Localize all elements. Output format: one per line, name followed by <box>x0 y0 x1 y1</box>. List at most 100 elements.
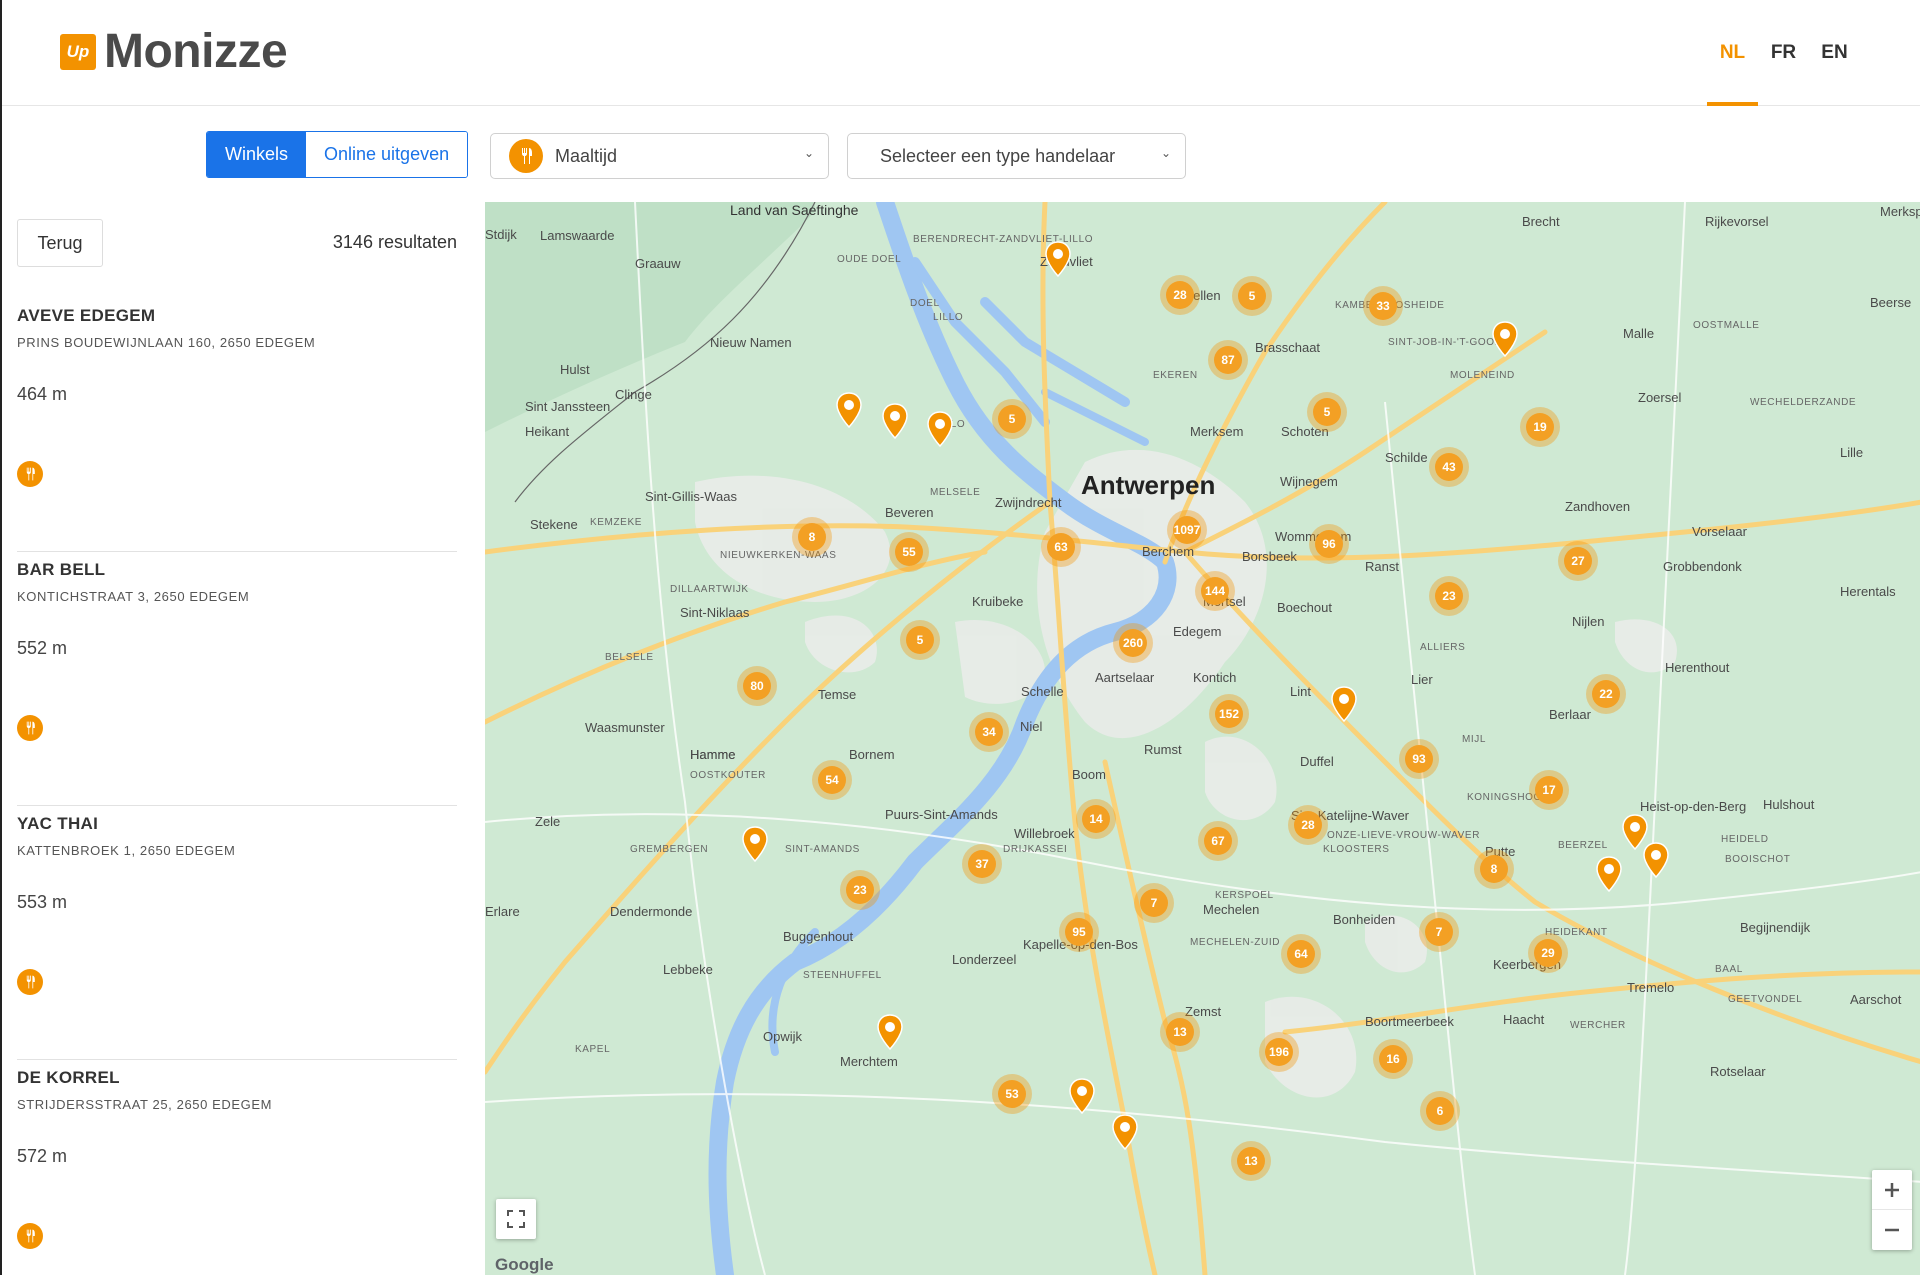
cluster-count: 5 <box>1313 398 1341 426</box>
store-pin-icon[interactable] <box>877 1014 903 1051</box>
cluster-count: 19 <box>1526 413 1554 441</box>
map-cluster[interactable]: 54 <box>812 760 852 800</box>
merchant-type-select[interactable]: Selecteer een type handelaar ⌄ <box>847 133 1186 179</box>
map-cluster[interactable]: 17 <box>1529 770 1569 810</box>
map-place-label: Temse <box>818 687 857 702</box>
lang-nl[interactable]: NL <box>1707 0 1758 106</box>
zoom-in-button[interactable] <box>1872 1170 1912 1210</box>
store-pin-icon[interactable] <box>742 826 768 863</box>
cutlery-icon <box>509 139 543 173</box>
map-cluster[interactable]: 43 <box>1429 447 1469 487</box>
map-cluster[interactable]: 53 <box>992 1074 1032 1114</box>
map-place-label: BELSELE <box>605 652 654 663</box>
tab-online[interactable]: Online uitgeven <box>306 132 468 177</box>
store-pin-icon[interactable] <box>1069 1078 1095 1115</box>
map-cluster[interactable]: 7 <box>1134 883 1174 923</box>
map-cluster[interactable]: 8 <box>1474 849 1514 889</box>
map-cluster[interactable]: 80 <box>737 666 777 706</box>
map-cluster[interactable]: 5 <box>1232 276 1272 316</box>
map-place-label: Sint-Gillis-Waas <box>645 489 737 504</box>
cluster-count: 1097 <box>1173 516 1201 544</box>
cluster-count: 43 <box>1435 453 1463 481</box>
map-place-label: Boortmeerbeek <box>1365 1014 1454 1029</box>
cluster-count: 196 <box>1265 1038 1293 1066</box>
map-cluster[interactable]: 29 <box>1528 933 1568 973</box>
lang-en[interactable]: EN <box>1809 0 1860 106</box>
chevron-down-icon: ⌄ <box>803 146 814 160</box>
map-cluster[interactable]: 8 <box>792 517 832 557</box>
map-cluster[interactable]: 5 <box>992 399 1032 439</box>
map-cluster[interactable]: 33 <box>1363 286 1403 326</box>
map-cluster[interactable]: 13 <box>1231 1141 1271 1181</box>
map-place-label: BAAL <box>1715 964 1743 975</box>
store-pin-icon[interactable] <box>1045 241 1071 278</box>
map-place-label: Sint-Niklaas <box>680 605 750 620</box>
map-cluster[interactable]: 67 <box>1198 821 1238 861</box>
list-item[interactable]: BAR BELL KONTICHSTRAAT 3, 2650 EDEGEM 55… <box>17 552 457 806</box>
cluster-count: 63 <box>1047 533 1075 561</box>
map-cluster[interactable]: 7 <box>1419 912 1459 952</box>
map-cluster[interactable]: 23 <box>1429 576 1469 616</box>
store-pin-icon[interactable] <box>1112 1114 1138 1151</box>
fullscreen-button[interactable] <box>496 1199 536 1239</box>
map-cluster[interactable]: 152 <box>1209 694 1249 734</box>
map-cluster[interactable]: 93 <box>1399 739 1439 779</box>
cluster-count: 23 <box>846 876 874 904</box>
map-cluster[interactable]: 19 <box>1520 407 1560 447</box>
category-select[interactable]: Maaltijd ⌄ <box>490 133 829 179</box>
store-pin-icon[interactable] <box>882 403 908 440</box>
zoom-out-button[interactable] <box>1872 1210 1912 1250</box>
list-item[interactable]: YAC THAI KATTENBROEK 1, 2650 EDEGEM 553 … <box>17 806 457 1060</box>
list-item[interactable]: DE KORREL STRIJDERSSTRAAT 25, 2650 EDEGE… <box>17 1060 457 1275</box>
map-cluster[interactable]: 34 <box>969 712 1009 752</box>
map-cluster[interactable]: 196 <box>1259 1032 1299 1072</box>
map-cluster[interactable]: 28 <box>1160 275 1200 315</box>
map-place-label: SINT-JOB-IN-'T-GOOR <box>1388 337 1503 348</box>
back-button[interactable]: Terug <box>17 219 103 267</box>
map-cluster[interactable]: 14 <box>1076 799 1116 839</box>
map-cluster[interactable]: 6 <box>1420 1091 1460 1131</box>
map-cluster[interactable]: 55 <box>889 532 929 572</box>
map-cluster[interactable]: 96 <box>1309 524 1349 564</box>
cluster-count: 144 <box>1201 577 1229 605</box>
map-place-label: Rotselaar <box>1710 1064 1766 1079</box>
store-pin-icon[interactable] <box>1331 686 1357 723</box>
map-place-label: KEMZEKE <box>590 517 642 528</box>
lang-fr[interactable]: FR <box>1758 0 1809 106</box>
map-cluster[interactable]: 23 <box>840 870 880 910</box>
map-cluster[interactable]: 64 <box>1281 934 1321 974</box>
map-cluster[interactable]: 95 <box>1059 912 1099 952</box>
map-cluster[interactable]: 16 <box>1373 1039 1413 1079</box>
map-cluster[interactable]: 28 <box>1288 805 1328 845</box>
map-place-label: Land van Saeftinghe <box>730 202 859 218</box>
map-cluster[interactable]: 5 <box>1307 392 1347 432</box>
map-cluster[interactable]: 27 <box>1558 541 1598 581</box>
store-pin-icon[interactable] <box>927 411 953 448</box>
map-cluster[interactable]: 260 <box>1113 623 1153 663</box>
language-switcher: NL FR EN <box>1707 0 1860 106</box>
logo[interactable]: Up Monizze <box>60 25 288 78</box>
map-cluster[interactable]: 5 <box>900 620 940 660</box>
map-cluster[interactable]: 1097 <box>1167 510 1207 550</box>
list-item[interactable]: AVEVE EDEGEM PRINS BOUDEWIJNLAAN 160, 26… <box>17 298 457 552</box>
cluster-count: 6 <box>1426 1097 1454 1125</box>
map-cluster[interactable]: 144 <box>1195 571 1235 611</box>
zoom-in-icon <box>1885 1182 1899 1197</box>
store-pin-icon[interactable] <box>1492 321 1518 358</box>
map-place-label: GEETVONDEL <box>1728 994 1803 1005</box>
map-place-label: Lille <box>1840 445 1864 460</box>
cluster-count: 17 <box>1535 776 1563 804</box>
store-pin-icon[interactable] <box>1643 842 1669 879</box>
map-cluster[interactable]: 87 <box>1208 340 1248 380</box>
map-cluster[interactable]: 22 <box>1586 674 1626 714</box>
logo-text: Monizze <box>104 25 288 78</box>
map-cluster[interactable]: 37 <box>962 844 1002 884</box>
merchant-name: AVEVE EDEGEM <box>17 306 156 325</box>
store-pin-icon[interactable] <box>1596 856 1622 893</box>
map-cluster[interactable]: 13 <box>1160 1012 1200 1052</box>
store-pin-icon[interactable] <box>836 392 862 429</box>
store-map[interactable]: Antwerpen Brecht Rijkevorsel Merksplas Beers… <box>485 202 1920 1275</box>
cluster-count: 64 <box>1287 940 1315 968</box>
tab-winkels[interactable]: Winkels <box>207 132 307 177</box>
map-cluster[interactable]: 63 <box>1041 527 1081 567</box>
